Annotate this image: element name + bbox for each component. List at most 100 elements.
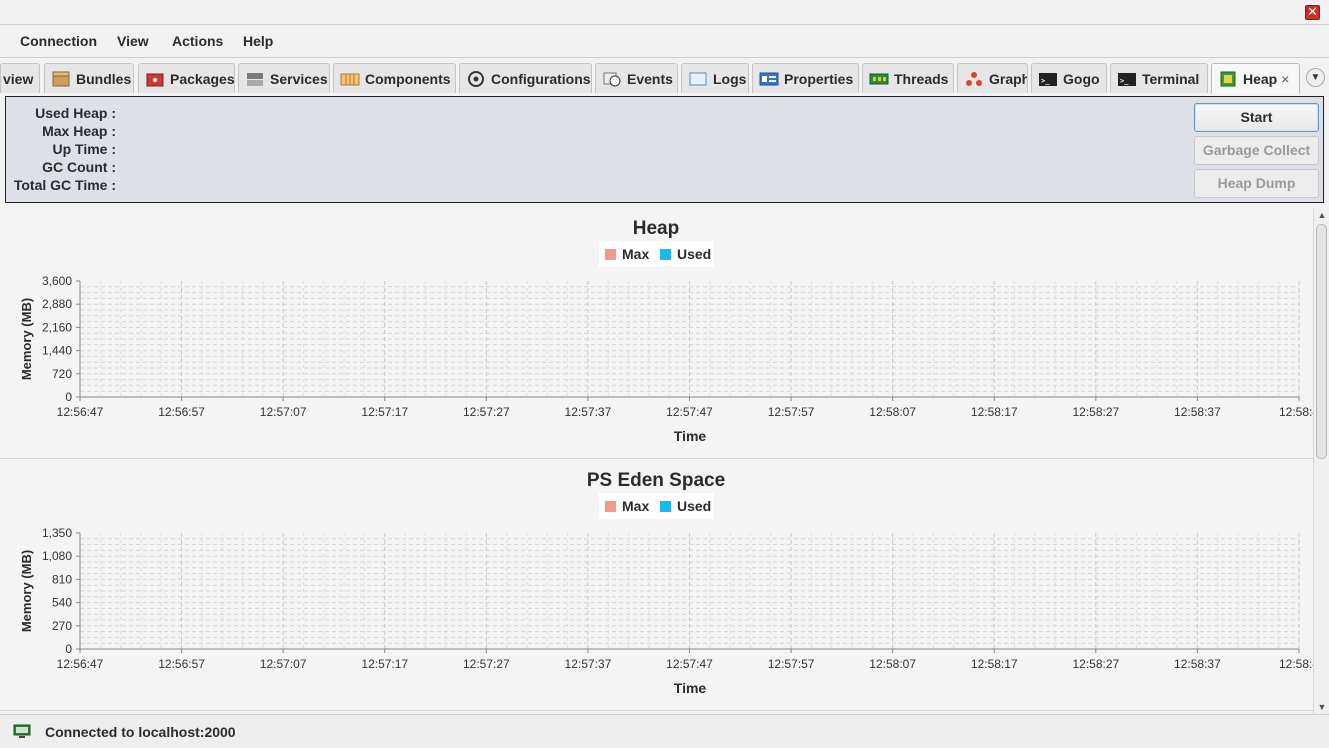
y-axis-label: Memory (MB)	[19, 298, 34, 380]
tab-label: Heap	[1243, 71, 1278, 87]
garbage-collect-button[interactable]: Garbage Collect	[1194, 136, 1319, 165]
ps-eden-space-chart: PS Eden Space Max Used 0 270 540 810 1,080 1,350…	[0, 460, 1313, 711]
x-tick-label: 12:58:27	[1072, 657, 1119, 671]
tab-configurations[interactable]: Configurations	[459, 63, 592, 93]
tab-label: Services	[270, 70, 328, 87]
menu-view[interactable]: View	[117, 33, 149, 49]
gogo-icon: >_	[1039, 72, 1057, 86]
tab-events[interactable]: Events	[595, 63, 678, 93]
legend-label-max: Max	[622, 246, 649, 262]
heap-icon	[1220, 71, 1236, 87]
tab-label: Threads	[894, 70, 949, 87]
tab-label: Components	[365, 70, 451, 87]
tab-terminal[interactable]: >_ Terminal	[1110, 63, 1208, 93]
x-tick-label: 12:57:17	[361, 405, 408, 419]
tab-overview[interactable]: view	[0, 63, 40, 93]
menu-actions[interactable]: Actions	[172, 33, 223, 49]
x-tick-label: 12:57:27	[463, 657, 510, 671]
tab-bundles[interactable]: Bundles	[44, 63, 134, 93]
tab-label: Logs	[713, 70, 747, 87]
heap-chart: Heap Max Used 0 720 1,440 2,160 2,880 3,600 12:56…	[0, 208, 1313, 459]
menu-connection[interactable]: Connection	[20, 33, 97, 49]
svg-text:>_: >_	[1120, 77, 1129, 85]
tab-label: Properties	[784, 70, 854, 87]
x-tick-label: 12:57:07	[260, 657, 307, 671]
legend-label-used: Used	[677, 246, 711, 262]
y-tick-label: 270	[52, 619, 72, 633]
tab-graph[interactable]: Graph	[957, 63, 1028, 93]
tab-label: Terminal	[1142, 70, 1200, 87]
start-button[interactable]: Start	[1194, 103, 1319, 132]
tab-packages[interactable]: Packages	[138, 63, 235, 93]
y-tick-label: 2,880	[42, 297, 72, 311]
used-heap-label: Used Heap :	[35, 105, 116, 121]
x-axis-label: Time	[674, 680, 707, 696]
scroll-up-icon[interactable]: ▲	[1314, 208, 1329, 222]
x-tick-label: 12:58:4	[1279, 657, 1313, 671]
tab-label: Graph	[989, 70, 1028, 87]
close-window-button[interactable]: ✕	[1305, 5, 1320, 20]
heap-dump-button[interactable]: Heap Dump	[1194, 169, 1319, 198]
vertical-scrollbar[interactable]: ▲ ▼	[1313, 208, 1329, 714]
configurations-icon	[468, 70, 484, 87]
monitor-icon	[13, 724, 31, 738]
legend-label-max: Max	[622, 498, 649, 514]
events-icon	[603, 72, 621, 86]
tab-logs[interactable]: Logs	[681, 63, 749, 93]
y-tick-label: 0	[65, 390, 72, 404]
heap-info-panel: Used Heap : Max Heap : Up Time : GC Coun…	[5, 96, 1324, 203]
y-tick-label: 1,350	[42, 526, 72, 540]
chart-title: PS Eden Space	[587, 470, 725, 491]
x-tick-label: 12:57:27	[463, 405, 510, 419]
x-tick-label: 12:56:57	[158, 405, 205, 419]
logs-icon	[689, 72, 707, 85]
tab-label: Gogo	[1063, 70, 1100, 87]
y-tick-label: 0	[65, 642, 72, 656]
x-tick-label: 12:58:07	[869, 657, 916, 671]
y-tick-label: 720	[52, 367, 72, 381]
close-icon: ✕	[1307, 4, 1318, 19]
x-tick-label: 12:57:57	[768, 405, 815, 419]
connection-status-text: Connected to localhost:2000	[45, 724, 236, 740]
packages-icon	[146, 73, 164, 86]
tab-list-dropdown-button[interactable]: ▼	[1306, 68, 1325, 87]
max-heap-label: Max Heap :	[42, 123, 116, 139]
tab-services[interactable]: Services	[238, 63, 330, 93]
close-tab-icon[interactable]: ×	[1281, 71, 1289, 87]
scrollbar-thumb[interactable]	[1316, 224, 1327, 459]
scroll-down-icon[interactable]: ▼	[1314, 700, 1329, 714]
bundles-icon	[52, 71, 70, 86]
x-tick-label: 12:56:47	[57, 657, 104, 671]
chart-legend: Max Used	[599, 493, 714, 519]
tab-properties[interactable]: Properties	[752, 63, 859, 93]
tab-components[interactable]: Components	[333, 63, 456, 93]
menu-bar: Connection View Actions Help	[0, 25, 1329, 58]
legend-swatch-max	[605, 501, 616, 512]
total-gc-time-label: Total GC Time :	[13, 177, 116, 193]
terminal-icon: >_	[1118, 72, 1136, 86]
properties-icon	[759, 72, 779, 85]
threads-icon	[869, 73, 889, 84]
ps-eden-space-chart-svg: PS Eden Space Max Used 0 270 540 810 1,080 1,350…	[19, 470, 1313, 696]
menu-help[interactable]: Help	[243, 33, 273, 49]
graph-icon	[966, 71, 982, 86]
x-tick-label: 12:58:17	[971, 405, 1018, 419]
legend-swatch-used	[660, 501, 671, 512]
chevron-down-icon: ▼	[1310, 72, 1321, 83]
chart-title: Heap	[633, 218, 679, 239]
tab-bar: view Bundles Packages Services Component…	[0, 63, 1329, 94]
x-tick-label: 12:57:57	[768, 657, 815, 671]
x-tick-label: 12:56:47	[57, 405, 104, 419]
x-tick-label: 12:56:57	[158, 657, 205, 671]
x-tick-label: 12:57:37	[565, 657, 612, 671]
y-tick-label: 540	[52, 596, 72, 610]
x-tick-label: 12:57:47	[666, 657, 713, 671]
tab-heap[interactable]: Heap ×	[1211, 63, 1300, 94]
y-tick-label: 1,080	[42, 549, 72, 563]
x-tick-label: 12:58:27	[1072, 405, 1119, 419]
tab-threads[interactable]: Threads	[862, 63, 954, 93]
y-tick-label: 3,600	[42, 274, 72, 288]
tab-label: Packages	[170, 70, 235, 87]
tab-gogo[interactable]: >_ Gogo	[1031, 63, 1107, 93]
charts-scroll-area: Heap Max Used 0 720 1,440 2,160 2,880 3,600 12:56…	[0, 208, 1313, 714]
